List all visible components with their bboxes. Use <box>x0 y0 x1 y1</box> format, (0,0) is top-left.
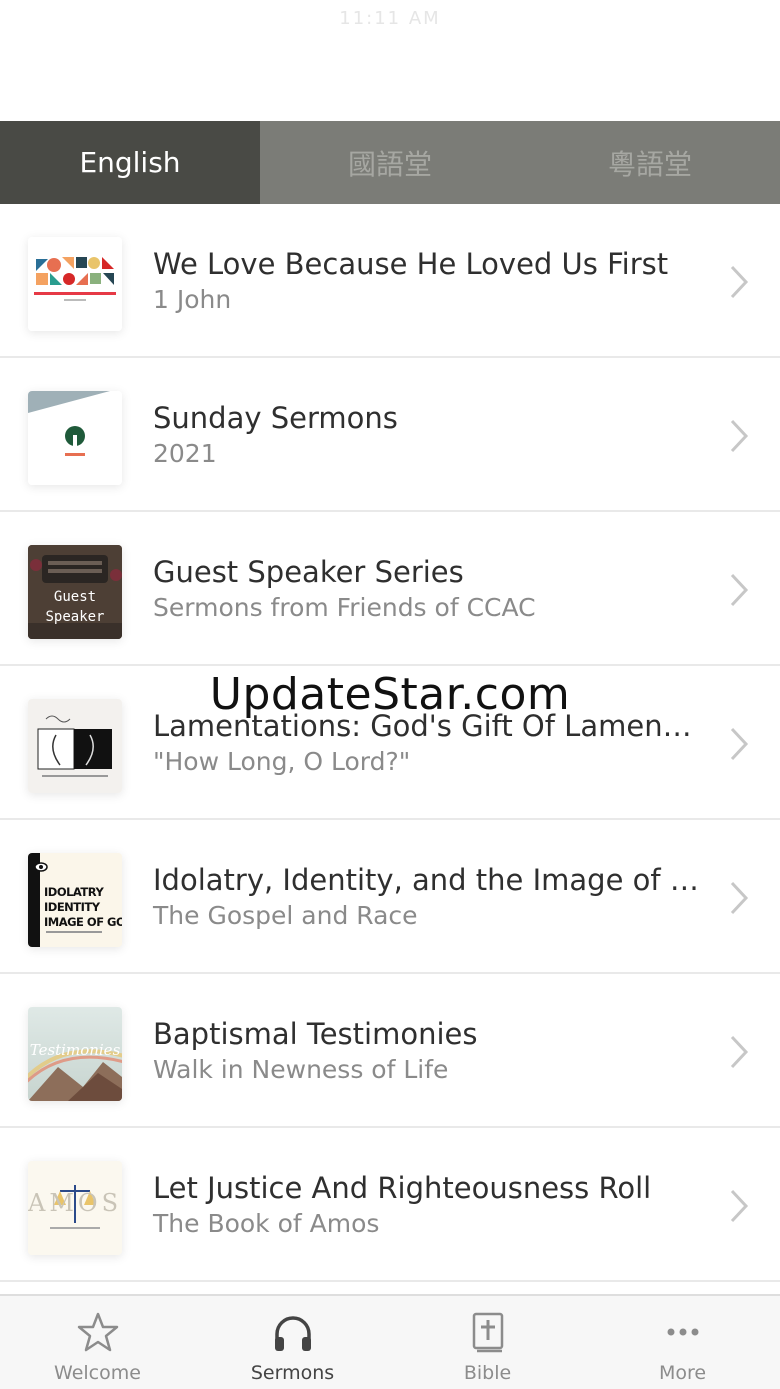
nav-more[interactable]: More <box>585 1296 780 1389</box>
thumbnail-caption: Testimonies <box>29 1041 121 1059</box>
series-thumbnail: Guest Speaker <box>28 545 122 639</box>
series-thumbnail <box>28 237 122 331</box>
series-thumbnail: IDOLATRY IDENTITY IMAGE OF GOD <box>28 853 122 947</box>
status-time: 11:11 AM <box>339 8 441 29</box>
series-subtitle: The Book of Amos <box>153 1209 380 1238</box>
bottom-tab-bar: Welcome Sermons Bible More <box>0 1294 780 1389</box>
language-tabs: English 國語堂 粵語堂 <box>0 121 780 204</box>
status-bar: 11:11 AM <box>0 0 780 121</box>
series-row-baptismal[interactable]: Testimonies Baptismal Testimonies Walk i… <box>0 974 780 1128</box>
tab-english[interactable]: English <box>0 121 260 204</box>
nav-label: Welcome <box>54 1362 141 1384</box>
series-row-amos[interactable]: AMOS Let Justice And Righteousness Roll … <box>0 1128 780 1282</box>
more-icon <box>667 1328 698 1336</box>
series-subtitle: 1 John <box>153 285 232 314</box>
headphones-icon <box>274 1316 311 1351</box>
series-title: Guest Speaker Series <box>153 555 464 589</box>
series-row-we-love[interactable]: We Love Because He Loved Us First 1 John <box>0 204 780 358</box>
series-subtitle: Sermons from Friends of CCAC <box>153 593 536 622</box>
chevron-right-icon <box>730 265 749 299</box>
chevron-right-icon <box>730 573 749 607</box>
thumbnail-caption: IDOLATRY IDENTITY IMAGE OF GOD <box>44 885 122 929</box>
series-row-idolatry[interactable]: IDOLATRY IDENTITY IMAGE OF GOD Idolatry,… <box>0 820 780 974</box>
sermon-series-list: We Love Because He Loved Us First 1 John… <box>0 204 780 1282</box>
chevron-right-icon <box>730 1189 749 1223</box>
series-thumbnail <box>28 391 122 485</box>
tab-cantonese[interactable]: 粵語堂 <box>520 121 780 204</box>
nav-label: Bible <box>463 1362 512 1384</box>
chevron-right-icon <box>730 727 749 761</box>
series-subtitle: "How Long, O Lord?" <box>153 747 411 776</box>
thumbnail-caption: AMOS <box>28 1189 122 1217</box>
star-icon <box>77 1312 118 1352</box>
series-title: Idolatry, Identity, and the Image of God <box>153 863 702 897</box>
series-row-guest-speaker[interactable]: Guest Speaker Guest Speaker Series Sermo… <box>0 512 780 666</box>
series-thumbnail <box>28 699 122 793</box>
series-thumbnail: Testimonies <box>28 1007 122 1101</box>
series-subtitle: Walk in Newness of Life <box>153 1055 449 1084</box>
bible-icon <box>472 1312 503 1353</box>
series-subtitle: 2021 <box>153 439 217 468</box>
nav-label: More <box>658 1362 707 1384</box>
series-title: We Love Because He Loved Us First <box>153 247 669 281</box>
series-title: Baptismal Testimonies <box>153 1017 478 1051</box>
series-title: Sunday Sermons <box>153 401 398 435</box>
nav-label: Sermons <box>250 1362 335 1384</box>
series-title: Let Justice And Righteousness Roll <box>153 1171 652 1205</box>
nav-sermons[interactable]: Sermons <box>195 1296 390 1389</box>
chevron-right-icon <box>730 1035 749 1069</box>
series-subtitle: The Gospel and Race <box>153 901 418 930</box>
chevron-right-icon <box>730 419 749 453</box>
series-row-lamentations[interactable]: Lamentations: God's Gift Of Lament T... … <box>0 666 780 820</box>
nav-bible[interactable]: Bible <box>390 1296 585 1389</box>
nav-welcome[interactable]: Welcome <box>0 1296 195 1389</box>
tab-mandarin[interactable]: 國語堂 <box>260 121 520 204</box>
series-thumbnail: AMOS <box>28 1161 122 1255</box>
series-title: Lamentations: God's Gift Of Lament T... <box>153 709 702 743</box>
chevron-right-icon <box>730 881 749 915</box>
series-row-sunday-sermons[interactable]: Sunday Sermons 2021 <box>0 358 780 512</box>
thumbnail-caption: Guest Speaker <box>45 589 105 625</box>
